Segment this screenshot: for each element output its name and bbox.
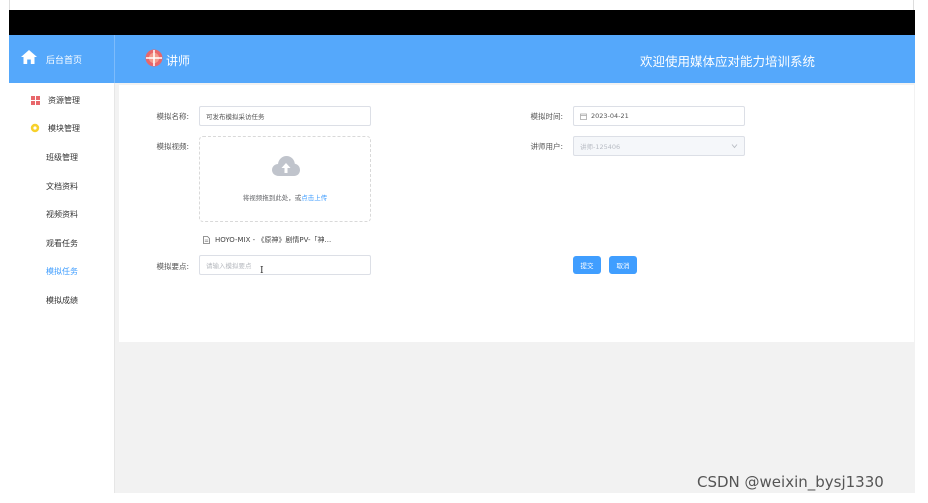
browser-top-bar <box>9 10 915 35</box>
sidebar-item-label: 模拟成绩 <box>46 295 78 305</box>
chevron-down-icon <box>731 143 738 151</box>
home-label: 后台首页 <box>46 55 83 66</box>
cancel-button[interactable]: 取消 <box>609 256 637 274</box>
sidebar-item-label: 文档资料 <box>46 181 78 191</box>
sim-points-placeholder: 请输入模拟要点 <box>206 262 252 270</box>
sim-time-value: 2023-04-21 <box>591 112 629 120</box>
sidebar-item-resources[interactable]: 资源管理 <box>9 90 114 110</box>
app-shell: 后台首页 讲师 欢迎使用媒体应对能力培训系统 资源管理 模块管理 班级管理 文档… <box>9 35 915 493</box>
sidebar-item-watch-tasks[interactable]: 观看任务 <box>9 233 114 253</box>
sim-points-label: 模拟要点: <box>156 262 189 271</box>
uploaded-file-name: HOYO-MIX - 《原神》剧情PV-「神... <box>215 236 332 244</box>
top-header: 后台首页 讲师 欢迎使用媒体应对能力培训系统 <box>9 35 915 83</box>
system-title: 欢迎使用媒体应对能力培训系统 <box>639 54 815 69</box>
top-window-frame <box>0 0 928 10</box>
sidebar-item-documents[interactable]: 文档资料 <box>9 176 114 196</box>
sim-name-value: 可发布模拟采访任务 <box>206 113 265 121</box>
sim-points-input[interactable]: 请输入模拟要点 <box>199 255 371 275</box>
teacher-user-label: 讲师用户: <box>530 142 563 151</box>
sidebar-item-label: 班级管理 <box>46 152 78 162</box>
upload-hint: 将视频拖到此处，或点击上传 <box>242 194 328 202</box>
lecturer-logo-icon <box>145 49 163 71</box>
sidebar-item-sim-scores[interactable]: 模拟成绩 <box>9 290 114 310</box>
sim-name-input[interactable]: 可发布模拟采访任务 <box>199 106 371 126</box>
home-icon <box>20 49 38 69</box>
sim-time-label: 模拟时间: <box>530 112 563 121</box>
document-icon <box>203 236 210 244</box>
gear-icon <box>30 123 40 133</box>
teacher-user-select: 讲师-125406 <box>573 136 745 156</box>
brand-label: 讲师 <box>166 53 191 68</box>
grid-icon <box>30 95 40 105</box>
video-upload-dropzone[interactable]: 将视频拖到此处，或点击上传 <box>199 136 371 222</box>
sim-video-label: 模拟视频: <box>156 142 189 151</box>
sim-time-picker[interactable]: 2023-04-21 <box>573 106 745 126</box>
sidebar-item-modules[interactable]: 模块管理 <box>9 118 114 138</box>
sidebar-item-label: 观看任务 <box>46 238 78 248</box>
submit-button[interactable]: 提交 <box>573 256 601 274</box>
watermark: CSDN @weixin_bysj1330 <box>697 473 884 491</box>
sidebar: 资源管理 模块管理 班级管理 文档资料 视频资料 观看任务 模拟任务 模拟成绩 <box>9 83 115 493</box>
home-link[interactable]: 后台首页 <box>9 35 115 83</box>
calendar-icon <box>580 113 587 120</box>
sidebar-item-label: 模块管理 <box>48 123 80 133</box>
brand: 讲师 <box>145 49 190 71</box>
sidebar-item-label: 模拟任务 <box>46 266 78 276</box>
uploaded-file-item[interactable]: HOYO-MIX - 《原神》剧情PV-「神... <box>203 235 331 245</box>
text-cursor-icon: I <box>260 266 264 276</box>
teacher-user-value: 讲师-125406 <box>580 143 621 151</box>
sidebar-item-label: 视频资料 <box>46 209 78 219</box>
sidebar-item-videos[interactable]: 视频资料 <box>9 204 114 224</box>
cloud-upload-icon <box>271 155 301 181</box>
sidebar-item-sim-tasks[interactable]: 模拟任务 <box>9 261 114 281</box>
sim-name-label: 模拟名称: <box>156 112 189 121</box>
sidebar-item-classes[interactable]: 班级管理 <box>9 147 114 167</box>
form-panel: 模拟名称: 可发布模拟采访任务 模拟时间: 2023-04-21 模拟视频: 将… <box>119 85 914 342</box>
sidebar-item-label: 资源管理 <box>48 95 80 105</box>
click-upload-link[interactable]: 点击上传 <box>301 194 327 202</box>
